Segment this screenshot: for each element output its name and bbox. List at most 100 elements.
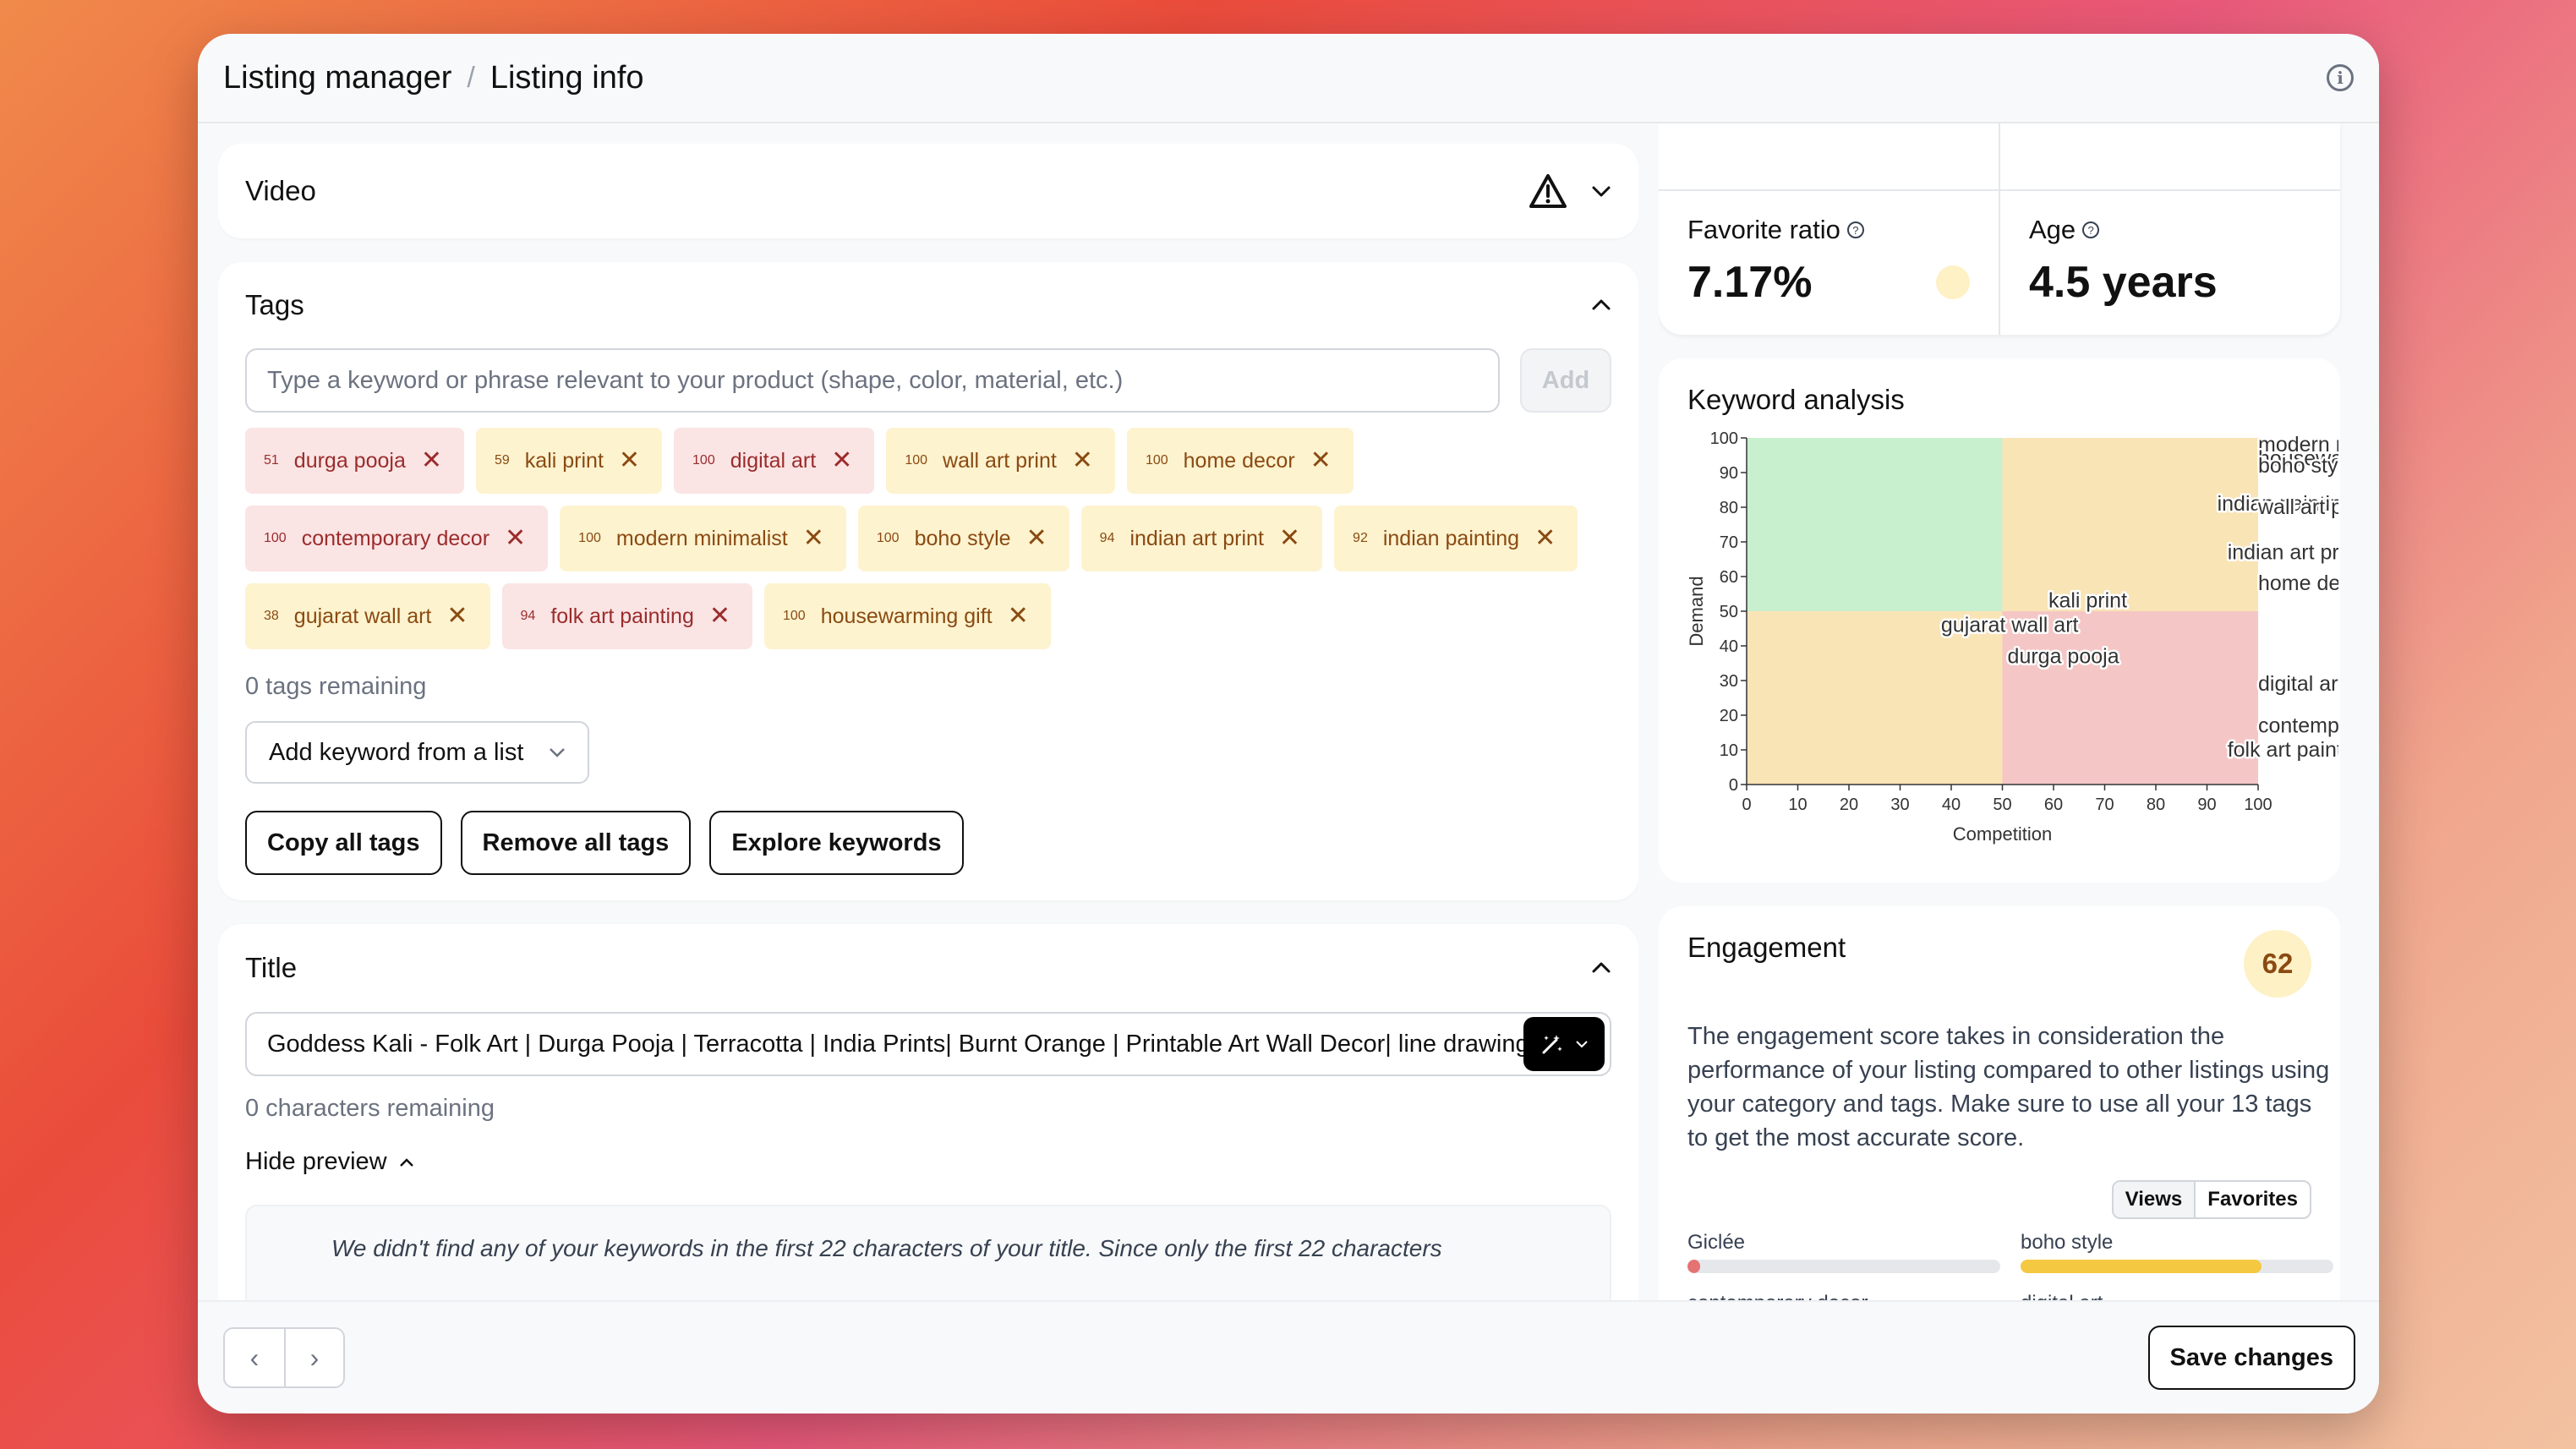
chart-quadrant	[2002, 438, 2258, 611]
x-tick-label: 0	[1742, 796, 1751, 814]
age-label: Age	[2029, 215, 2076, 244]
remove-all-tags-button[interactable]: Remove all tags	[460, 811, 692, 875]
tag-score: 100	[783, 609, 806, 623]
remove-tag-icon[interactable]: ✕	[1534, 526, 1556, 551]
remove-tag-icon[interactable]: ✕	[1279, 526, 1300, 551]
app-window: Listing manager / Listing info i Video T…	[198, 34, 2379, 1413]
remove-tag-icon[interactable]: ✕	[1072, 448, 1093, 473]
save-changes-button[interactable]: Save changes	[2147, 1326, 2355, 1390]
remove-tag-icon[interactable]: ✕	[831, 448, 852, 473]
remove-tag-icon[interactable]: ✕	[505, 526, 526, 551]
tag-score: 92	[1353, 531, 1368, 545]
header: Listing manager / Listing info i	[198, 34, 2379, 123]
x-tick-label: 50	[1993, 796, 2011, 814]
info-icon[interactable]: i	[2327, 64, 2354, 91]
hide-preview-toggle[interactable]: Hide preview	[245, 1148, 414, 1176]
breadcrumb-listing-info: Listing info	[489, 59, 644, 96]
keyword-point-label: digital art	[2258, 672, 2338, 696]
next-button[interactable]: ›	[284, 1329, 343, 1386]
remove-tag-icon[interactable]: ✕	[1026, 526, 1047, 551]
remove-tag-icon[interactable]: ✕	[1008, 604, 1029, 629]
tag-chip: 100 digital art ✕	[674, 428, 875, 494]
tag-label: durga pooja	[293, 448, 406, 473]
title-card-header[interactable]: Title	[218, 924, 1638, 1012]
ai-suggest-button[interactable]	[1523, 1017, 1605, 1071]
video-card-header[interactable]: Video	[218, 144, 1638, 238]
engagement-bar-track	[1687, 1260, 2000, 1273]
tag-chip: 100 boho style ✕	[857, 506, 1069, 571]
y-tick-label: 80	[1720, 499, 1738, 517]
tag-label: indian art print	[1129, 526, 1264, 550]
tag-score: 100	[876, 531, 900, 545]
chevron-down-icon[interactable]	[1591, 181, 1611, 201]
engagement-score-badge: 62	[2244, 930, 2311, 998]
preview-message: We didn't find any of your keywords in t…	[331, 1235, 1442, 1261]
remove-tag-icon[interactable]: ✕	[421, 448, 442, 473]
remove-tag-icon[interactable]: ✕	[803, 526, 824, 551]
remove-tag-icon[interactable]: ✕	[1310, 448, 1332, 473]
left-column: Video Tags Add 51 durga pooja ✕ 59 kali prin…	[218, 144, 1638, 1336]
title-input-value: Goddess Kali - Folk Art | Durga Pooja | …	[267, 1030, 1523, 1058]
x-tick-label: 70	[2095, 796, 2114, 814]
chevron-up-icon[interactable]	[1591, 295, 1611, 315]
explore-keywords-button[interactable]: Explore keywords	[709, 811, 964, 875]
tag-label: indian painting	[1382, 526, 1520, 550]
engagement-title: Engagement	[1687, 932, 1846, 963]
help-icon[interactable]: ?	[2082, 221, 2100, 238]
keyword-point-label: wall art print	[2257, 495, 2338, 519]
video-title: Video	[245, 175, 316, 206]
tag-input[interactable]	[245, 348, 1500, 413]
tag-chip: 100 modern minimalist ✕	[560, 506, 846, 571]
remove-tag-icon[interactable]: ✕	[619, 448, 640, 473]
chevron-up-icon	[399, 1157, 413, 1167]
copy-all-tags-button[interactable]: Copy all tags	[245, 811, 442, 875]
y-tick-label: 30	[1720, 672, 1738, 691]
keyword-point-label: contemporary decor	[2258, 714, 2338, 737]
tag-score: 51	[264, 453, 279, 468]
previous-button[interactable]: ‹	[225, 1329, 284, 1386]
chevron-down-icon	[1576, 1041, 1588, 1048]
tags-card-header[interactable]: Tags	[218, 262, 1638, 348]
breadcrumb-listing-manager[interactable]: Listing manager	[223, 60, 451, 96]
y-tick-label: 70	[1720, 533, 1738, 552]
help-icon[interactable]: ?	[1846, 221, 1864, 238]
y-tick-label: 40	[1720, 637, 1738, 656]
chart-quadrant	[1747, 611, 2003, 785]
keyword-point-label: durga pooja	[2008, 644, 2119, 668]
age-value: 4.5 years	[2029, 258, 2218, 307]
toggle-favorites[interactable]: Favorites	[2194, 1182, 2310, 1217]
tags-card: Tags Add 51 durga pooja ✕ 59 kali print ✕ 100 d…	[218, 262, 1638, 900]
engagement-card: Engagement 62 The engagement score takes…	[1659, 906, 2340, 1336]
toggle-views[interactable]: Views	[2113, 1182, 2195, 1217]
tag-label: folk art painting	[550, 604, 694, 628]
y-tick-label: 50	[1720, 603, 1738, 621]
keyword-point-label: gujarat wall art	[1941, 613, 2079, 637]
tag-chip: 100 housewarming gift ✕	[764, 583, 1051, 649]
favorite-ratio-value: 7.17%	[1687, 258, 1813, 307]
engagement-bar-fill	[2021, 1260, 2262, 1273]
engagement-bar-item: Giclée	[1687, 1231, 2000, 1273]
breadcrumb-separator: /	[467, 61, 475, 94]
remove-tag-icon[interactable]: ✕	[446, 604, 468, 629]
x-axis-label: Competition	[1953, 823, 2052, 845]
keyword-point-label: indian art print	[2228, 540, 2338, 564]
title-input[interactable]: Goddess Kali - Folk Art | Durga Pooja | …	[245, 1012, 1611, 1076]
chart-quadrant	[1747, 438, 2003, 611]
hide-preview-label: Hide preview	[245, 1148, 387, 1175]
x-tick-label: 60	[2044, 796, 2063, 814]
tag-score: 100	[1145, 453, 1168, 468]
chevron-up-icon[interactable]	[1591, 958, 1611, 978]
keyword-analysis-title: Keyword analysis	[1687, 384, 1905, 415]
x-tick-label: 40	[1942, 796, 1961, 814]
footer: ‹ › Save changes	[198, 1300, 2379, 1413]
remove-tag-icon[interactable]: ✕	[709, 604, 730, 629]
add-tag-button[interactable]: Add	[1520, 348, 1611, 413]
add-keyword-from-list-label: Add keyword from a list	[269, 738, 524, 766]
title-section-title: Title	[245, 952, 298, 983]
tags-title: Tags	[245, 289, 304, 320]
x-tick-label: 100	[2244, 796, 2272, 814]
add-keyword-from-list-dropdown[interactable]: Add keyword from a list	[245, 721, 590, 784]
title-card: Title Goddess Kali - Folk Art | Durga Po…	[218, 924, 1638, 1336]
breadcrumb: Listing manager / Listing info	[223, 60, 644, 96]
characters-remaining: 0 characters remaining	[245, 1095, 495, 1122]
